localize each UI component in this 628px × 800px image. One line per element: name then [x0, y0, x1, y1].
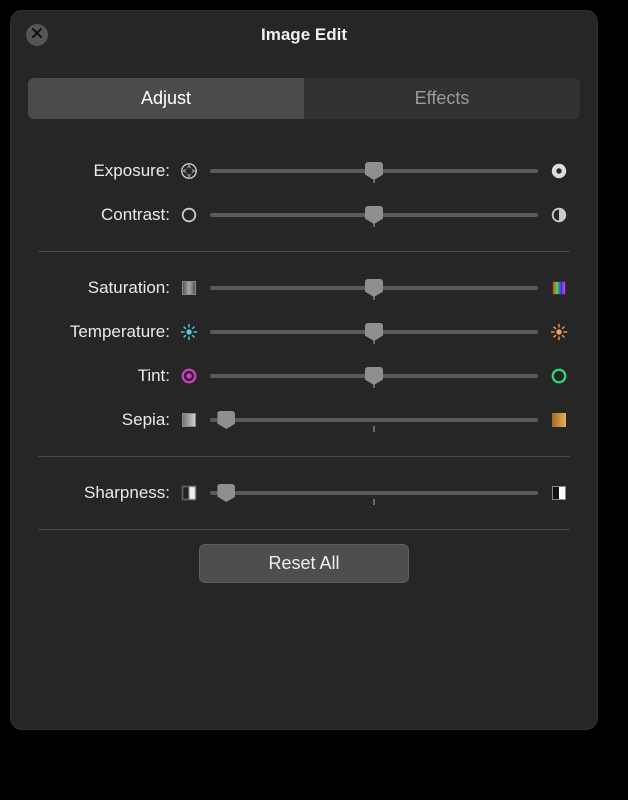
sharpness-label: Sharpness:	[38, 483, 178, 503]
tint-magenta-icon	[178, 365, 200, 387]
divider-2	[38, 456, 570, 457]
exposure-slider[interactable]	[210, 159, 538, 183]
adjust-content: Exposure: Contrast:	[10, 119, 598, 593]
contrast-high-icon	[548, 204, 570, 226]
sepia-slider[interactable]	[210, 408, 538, 432]
reset-all-button[interactable]: Reset All	[199, 544, 409, 583]
tint-slider[interactable]	[210, 364, 538, 388]
contrast-label: Contrast:	[38, 205, 178, 225]
close-icon	[31, 26, 43, 44]
temperature-warm-icon	[548, 321, 570, 343]
sharpness-soft-icon	[178, 482, 200, 504]
tint-row: Tint:	[38, 354, 570, 398]
tab-effects[interactable]: Effects	[304, 78, 580, 119]
close-button[interactable]	[26, 24, 48, 46]
image-edit-panel: Image Edit Adjust Effects Exposure: Cont…	[10, 10, 598, 730]
contrast-slider[interactable]	[210, 203, 538, 227]
aperture-open-icon	[548, 160, 570, 182]
saturation-high-icon	[548, 277, 570, 299]
tab-bar: Adjust Effects	[28, 78, 580, 119]
saturation-low-icon	[178, 277, 200, 299]
sepia-label: Sepia:	[38, 410, 178, 430]
sharpness-row: Sharpness:	[38, 471, 570, 515]
saturation-row: Saturation:	[38, 266, 570, 310]
aperture-closed-icon	[178, 160, 200, 182]
titlebar: Image Edit	[10, 10, 598, 60]
tab-adjust[interactable]: Adjust	[28, 78, 304, 119]
sharpness-slider[interactable]	[210, 481, 538, 505]
sepia-full-icon	[548, 409, 570, 431]
contrast-row: Contrast:	[38, 193, 570, 237]
exposure-row: Exposure:	[38, 149, 570, 193]
temperature-cold-icon	[178, 321, 200, 343]
saturation-slider[interactable]	[210, 276, 538, 300]
contrast-low-icon	[178, 204, 200, 226]
temperature-slider[interactable]	[210, 320, 538, 344]
exposure-label: Exposure:	[38, 161, 178, 181]
sepia-none-icon	[178, 409, 200, 431]
temperature-label: Temperature:	[38, 322, 178, 342]
tint-green-icon	[548, 365, 570, 387]
divider-1	[38, 251, 570, 252]
saturation-label: Saturation:	[38, 278, 178, 298]
window-title: Image Edit	[10, 25, 598, 45]
tint-label: Tint:	[38, 366, 178, 386]
sharpness-crisp-icon	[548, 482, 570, 504]
divider-3	[38, 529, 570, 530]
temperature-row: Temperature:	[38, 310, 570, 354]
sepia-row: Sepia:	[38, 398, 570, 442]
